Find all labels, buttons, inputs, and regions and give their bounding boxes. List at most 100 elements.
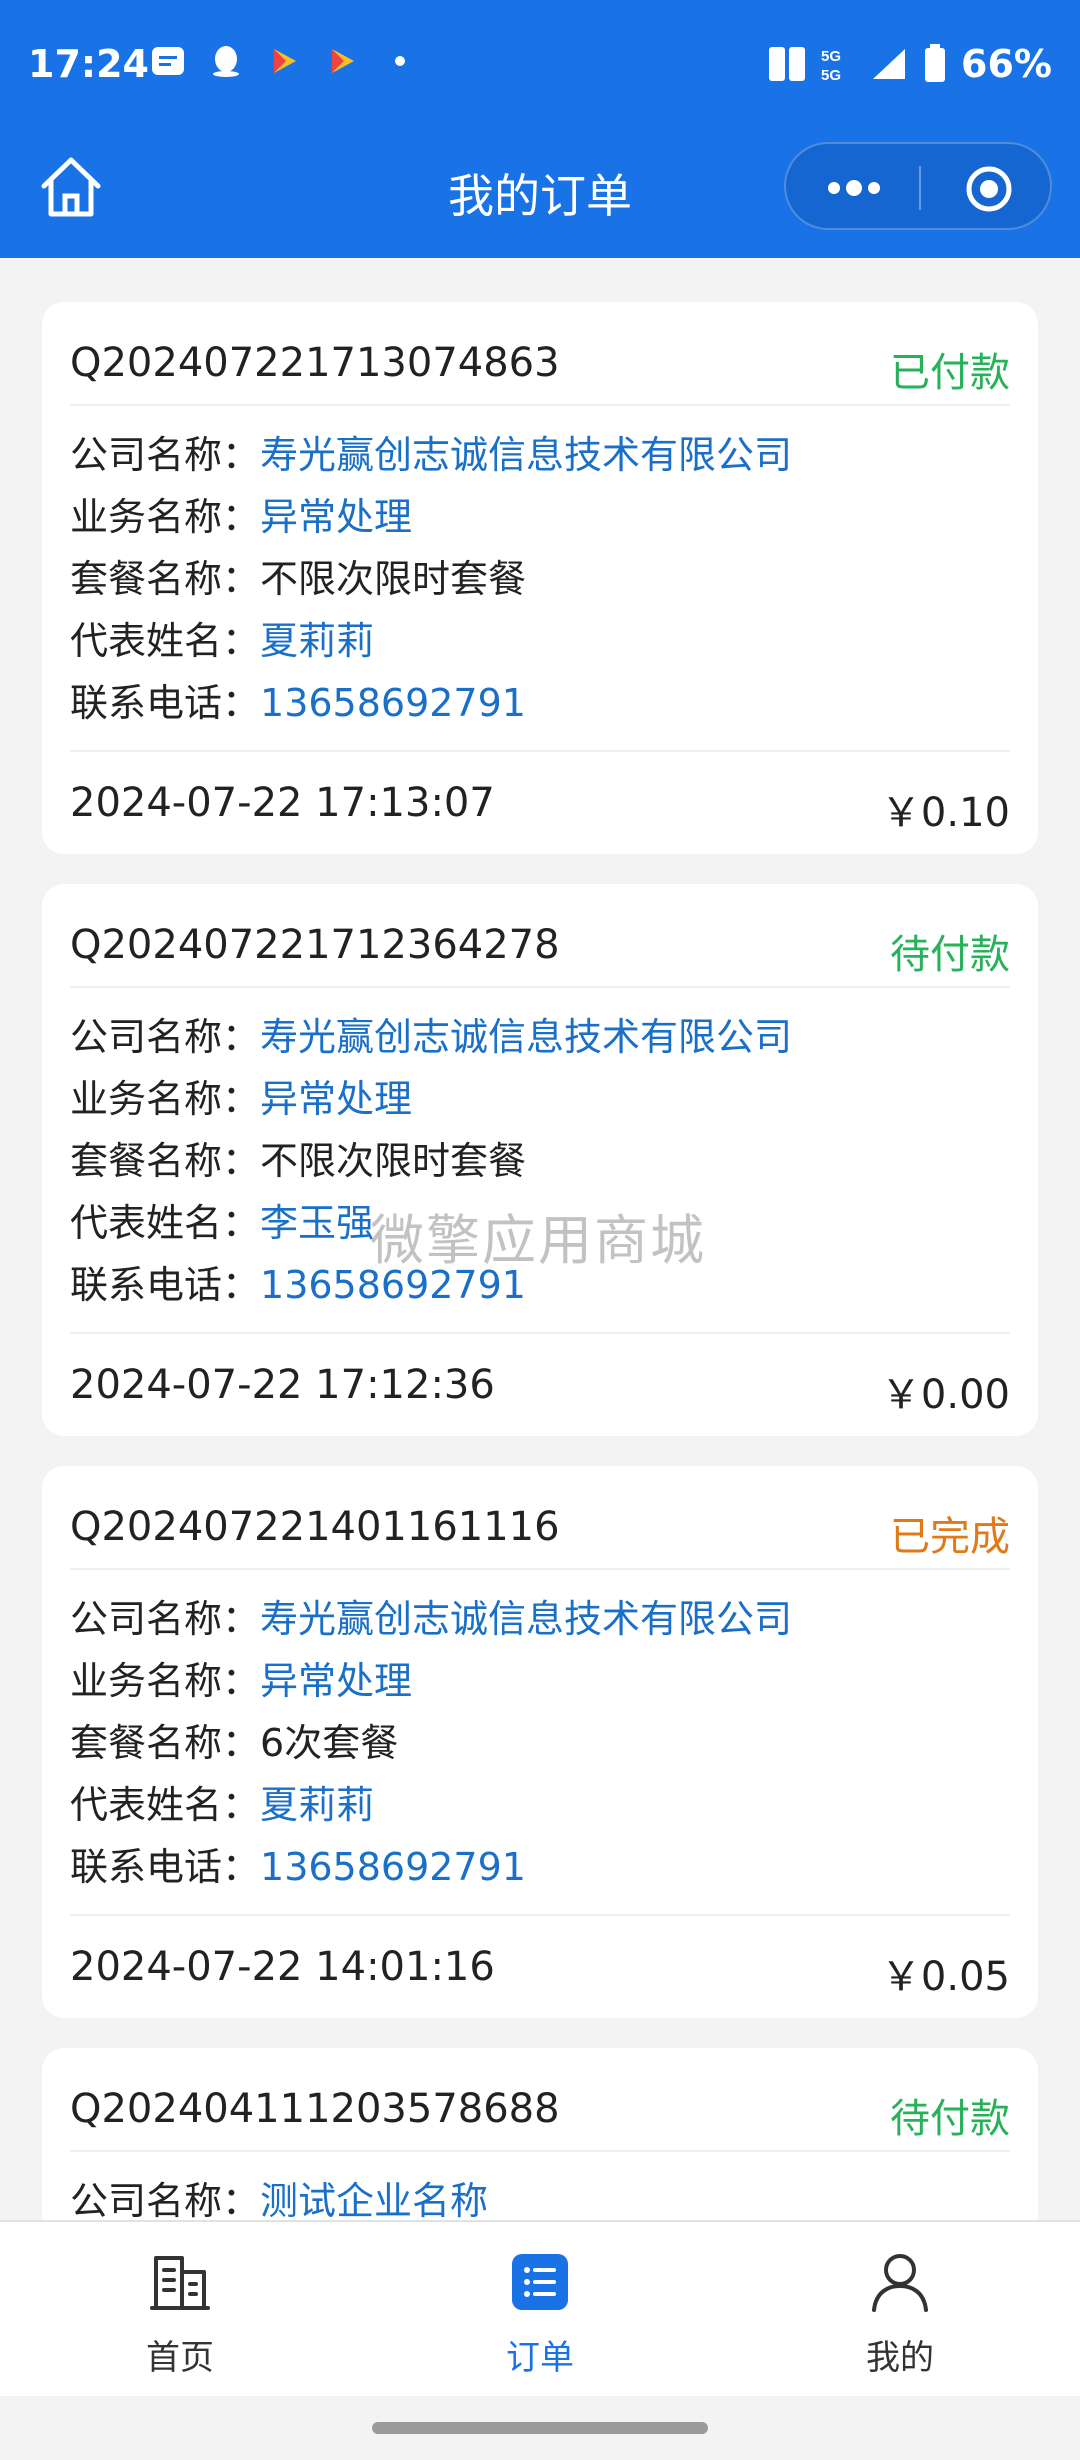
order-card[interactable]: Q202407221713074863 已付款 公司名称：寿光赢创志诚信息技术有… bbox=[42, 302, 1038, 854]
company-row: 公司名称：寿光赢创志诚信息技术有限公司 bbox=[70, 424, 1010, 486]
company-label: 公司名称： bbox=[70, 2179, 261, 2220]
tab-home-label: 首页 bbox=[146, 2338, 214, 2378]
order-time: 2024-07-22 17:12:36 bbox=[70, 1362, 495, 1408]
phone-value[interactable]: 13658692791 bbox=[260, 681, 526, 725]
rep-label: 代表姓名： bbox=[70, 619, 261, 663]
company-value[interactable]: 寿光赢创志诚信息技术有限公司 bbox=[260, 433, 792, 477]
company-value[interactable]: 寿光赢创志诚信息技术有限公司 bbox=[260, 1015, 792, 1059]
svg-text:5G: 5G bbox=[821, 48, 841, 65]
list-icon bbox=[512, 2254, 568, 2310]
order-time: 2024-07-22 14:01:16 bbox=[70, 1944, 495, 1990]
business-value[interactable]: 异常处理 bbox=[260, 1077, 412, 1121]
business-value[interactable]: 异常处理 bbox=[260, 1659, 412, 1703]
hd-icon bbox=[769, 47, 806, 81]
company-label: 公司名称： bbox=[70, 433, 261, 477]
business-row: 业务名称：异常处理 bbox=[70, 486, 1010, 548]
order-card[interactable]: Q202407221712364278 待付款 公司名称：寿光赢创志诚信息技术有… bbox=[42, 884, 1038, 1436]
order-number: Q202407221712364278 bbox=[70, 922, 560, 968]
video-app-icon bbox=[274, 49, 296, 73]
video-app-icon-2 bbox=[332, 49, 354, 73]
order-status: 待付款 bbox=[890, 2096, 1010, 2142]
order-card-footer: 2024-07-22 14:01:16 ￥0.05 bbox=[70, 1914, 1010, 2018]
package-label: 套餐名称： bbox=[70, 1721, 261, 1765]
order-price: ￥0.05 bbox=[880, 1954, 1010, 2000]
order-card-footer: 2024-07-22 17:12:36 ￥0.00 bbox=[70, 1332, 1010, 1436]
package-value: 6次套餐 bbox=[260, 1721, 399, 1765]
order-status: 已付款 bbox=[890, 350, 1010, 396]
package-row: 套餐名称：不限次限时套餐 bbox=[70, 1130, 1010, 1192]
app-header: 17:24 5G 5G 66% 我的订单 bbox=[0, 0, 1080, 258]
signal-icon bbox=[873, 49, 906, 79]
company-value[interactable]: 测试企业名称 bbox=[260, 2179, 488, 2220]
package-value: 不限次限时套餐 bbox=[260, 557, 527, 601]
business-row: 业务名称：异常处理 bbox=[70, 1068, 1010, 1130]
company-row: 公司名称：测试企业名称 bbox=[70, 2170, 1010, 2220]
user-icon bbox=[872, 2254, 928, 2312]
order-status: 已完成 bbox=[890, 1514, 1010, 1560]
rep-value[interactable]: 夏莉莉 bbox=[260, 1783, 374, 1827]
miniprogram-capsule bbox=[784, 142, 1052, 230]
order-details: 公司名称：寿光赢创志诚信息技术有限公司 业务名称：异常处理 套餐名称：6次套餐 … bbox=[70, 1588, 1010, 1898]
home-indicator[interactable] bbox=[372, 2422, 708, 2434]
order-card-header: Q202404111203578688 待付款 bbox=[70, 2048, 1010, 2152]
close-target-icon[interactable] bbox=[964, 164, 1014, 214]
capsule-divider bbox=[919, 166, 921, 210]
message-icon bbox=[152, 47, 184, 75]
order-card[interactable]: Q202404111203578688 待付款 公司名称：测试企业名称 bbox=[42, 2048, 1038, 2220]
phone-row: 联系电话：13658692791 bbox=[70, 1836, 1010, 1898]
tab-orders-label: 订单 bbox=[506, 2338, 574, 2378]
status-time: 17:24 bbox=[28, 42, 149, 86]
company-label: 公司名称： bbox=[70, 1597, 261, 1641]
business-label: 业务名称： bbox=[70, 1659, 261, 1703]
company-label: 公司名称： bbox=[70, 1015, 261, 1059]
rep-value[interactable]: 夏莉莉 bbox=[260, 619, 374, 663]
nav-bar: 我的订单 bbox=[0, 130, 1080, 258]
tab-profile-label: 我的 bbox=[866, 2338, 934, 2378]
svg-text:5G: 5G bbox=[821, 67, 841, 83]
building-icon bbox=[150, 2256, 210, 2310]
rep-label: 代表姓名： bbox=[70, 1783, 261, 1827]
order-price: ￥0.00 bbox=[880, 1372, 1010, 1418]
5g-icon: 5G5G bbox=[821, 48, 841, 83]
business-label: 业务名称： bbox=[70, 495, 261, 539]
order-number: Q202404111203578688 bbox=[70, 2086, 560, 2132]
system-status: 5G 5G 66% bbox=[767, 42, 1052, 86]
notification-icons bbox=[150, 44, 418, 78]
business-label: 业务名称： bbox=[70, 1077, 261, 1121]
company-value[interactable]: 寿光赢创志诚信息技术有限公司 bbox=[260, 1597, 792, 1641]
order-card-header: Q202407221401161116 已完成 bbox=[70, 1466, 1010, 1570]
business-value[interactable]: 异常处理 bbox=[260, 495, 412, 539]
phone-label: 联系电话： bbox=[70, 1263, 261, 1307]
tab-orders[interactable]: 订单 bbox=[360, 2222, 720, 2398]
package-label: 套餐名称： bbox=[70, 557, 261, 601]
phone-row: 联系电话：13658692791 bbox=[70, 672, 1010, 734]
package-label: 套餐名称： bbox=[70, 1139, 261, 1183]
order-time: 2024-07-22 17:13:07 bbox=[70, 780, 495, 826]
order-list: Q202407221713074863 已付款 公司名称：寿光赢创志诚信息技术有… bbox=[0, 258, 1080, 2220]
company-row: 公司名称：寿光赢创志诚信息技术有限公司 bbox=[70, 1006, 1010, 1068]
rep-value[interactable]: 李玉强 bbox=[260, 1201, 374, 1245]
phone-value[interactable]: 13658692791 bbox=[260, 1845, 526, 1889]
order-price: ￥0.10 bbox=[880, 790, 1010, 836]
dot-icon bbox=[395, 56, 405, 66]
order-card-footer: 2024-07-22 17:13:07 ￥0.10 bbox=[70, 750, 1010, 854]
order-number: Q202407221401161116 bbox=[70, 1504, 560, 1550]
tab-profile[interactable]: 我的 bbox=[720, 2222, 1080, 2398]
package-value: 不限次限时套餐 bbox=[260, 1139, 527, 1183]
order-card[interactable]: Q202407221401161116 已完成 公司名称：寿光赢创志诚信息技术有… bbox=[42, 1466, 1038, 2018]
qq-icon bbox=[213, 46, 239, 77]
order-status: 待付款 bbox=[890, 932, 1010, 978]
order-details: 公司名称：寿光赢创志诚信息技术有限公司 业务名称：异常处理 套餐名称：不限次限时… bbox=[70, 424, 1010, 734]
tab-home[interactable]: 首页 bbox=[0, 2222, 360, 2398]
rep-label: 代表姓名： bbox=[70, 1201, 261, 1245]
order-card-header: Q202407221713074863 已付款 bbox=[70, 302, 1010, 406]
rep-row: 代表姓名：夏莉莉 bbox=[70, 1774, 1010, 1836]
status-bar: 17:24 5G 5G 66% bbox=[0, 0, 1080, 130]
phone-label: 联系电话： bbox=[70, 1845, 261, 1889]
package-row: 套餐名称：6次套餐 bbox=[70, 1712, 1010, 1774]
watermark: 微擎应用商城 bbox=[370, 1209, 706, 1272]
order-card-header: Q202407221712364278 待付款 bbox=[70, 884, 1010, 988]
company-row: 公司名称：寿光赢创志诚信息技术有限公司 bbox=[70, 1588, 1010, 1650]
more-icon[interactable] bbox=[824, 174, 884, 202]
business-row: 业务名称：异常处理 bbox=[70, 1650, 1010, 1712]
